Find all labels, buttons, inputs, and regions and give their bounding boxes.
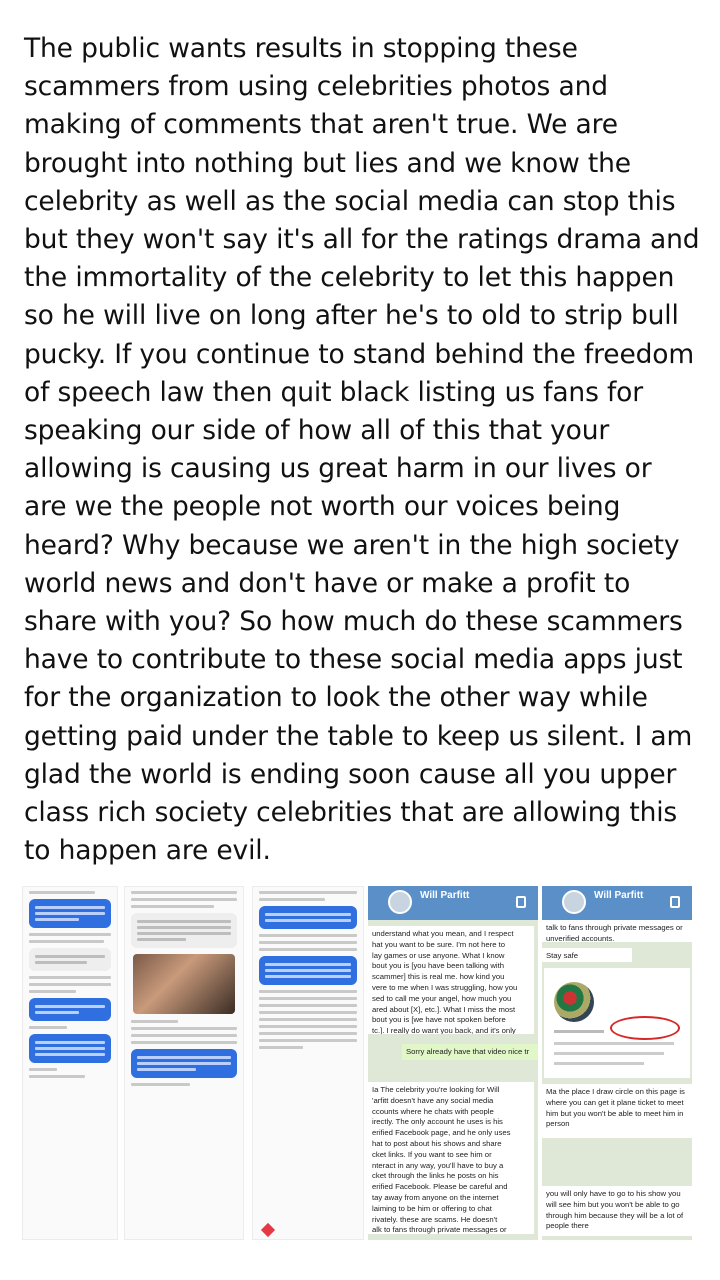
message-bubble: you will only have to go to his show you…	[542, 1186, 692, 1236]
post-view: The public wants results in stopping the…	[0, 0, 720, 1280]
chat-header: Will Parfitt	[542, 886, 692, 920]
post-line: speaking our side of how all of this tha…	[24, 415, 610, 447]
post-line: of speech law then quit black listing us…	[24, 376, 643, 408]
post-line: have to contribute to these social media…	[24, 644, 683, 676]
post-line: heard? Why because we aren't in the high…	[24, 529, 680, 561]
telegram-screenshot-left[interactable]: Will Parfitt understand what you mean, a…	[368, 886, 538, 1240]
post-line: celebrity as well as the social media ca…	[24, 185, 676, 217]
telegram-screenshot-right[interactable]: Will Parfitt talk to fans through privat…	[542, 886, 692, 1240]
avatar	[388, 890, 412, 914]
contact-name: Will Parfitt	[594, 890, 644, 901]
post-line: class rich society celebrities that are …	[24, 797, 678, 829]
post-line: allowing is causing us great harm in our…	[24, 453, 652, 485]
profile-photo	[554, 982, 594, 1022]
post-line: world news and don't have or make a prof…	[24, 567, 631, 599]
post-line: scammers from using celebrities photos a…	[24, 71, 608, 103]
incoming-message: understand what you mean, and I respect …	[368, 926, 534, 1034]
heart-icon	[260, 1222, 276, 1238]
post-line: for the organization to look the other w…	[24, 682, 648, 714]
outgoing-message: Sorry already have that video nice tr	[402, 1044, 538, 1060]
post-body-text: The public wants results in stopping the…	[24, 30, 704, 870]
post-line: pucky. If you continue to stand behind t…	[24, 338, 695, 370]
post-line: but they won't say it's all for the rati…	[24, 224, 700, 256]
post-line: The public wants results in stopping the…	[24, 33, 578, 64]
shared-photo[interactable]	[133, 954, 235, 1014]
screenshot-collage[interactable]: Will Parfitt understand what you mean, a…	[0, 880, 720, 1250]
phone-icon[interactable]	[670, 896, 680, 908]
post-line: so he will live on long after he's to ol…	[24, 300, 679, 332]
post-line: getting paid under the table to keep us …	[24, 720, 693, 752]
red-circle-annotation	[610, 1016, 680, 1040]
post-line: the immortality of the celebrity to let …	[24, 262, 675, 294]
phone-icon[interactable]	[516, 896, 526, 908]
post-line: making of comments that aren't true. We …	[24, 109, 618, 141]
chat-screenshot-3[interactable]	[252, 886, 364, 1240]
chat-screenshot-1[interactable]	[22, 886, 118, 1240]
bottom-spacer	[0, 1250, 720, 1280]
profile-screenshot[interactable]	[544, 968, 690, 1078]
outgoing-long-message: Ia The celebrity you're looking for Will…	[368, 1082, 534, 1234]
avatar	[562, 890, 586, 914]
chat-header: Will Parfitt	[368, 886, 538, 920]
message-bubble: Stay safe	[542, 948, 632, 962]
post-line: share with you? So how much do these sca…	[24, 606, 683, 638]
post-line: are we the people not worth our voices b…	[24, 491, 621, 523]
message-bubble: talk to fans through private messages or…	[542, 920, 692, 942]
post-line: to happen are evil.	[24, 835, 271, 867]
post-line: glad the world is ending soon cause all …	[24, 758, 677, 790]
contact-name: Will Parfitt	[420, 890, 470, 901]
message-bubble: Ma the place I draw circle on this page …	[542, 1084, 692, 1138]
chat-screenshot-2[interactable]	[124, 886, 244, 1240]
post-line: brought into nothing but lies and we kno…	[24, 147, 631, 179]
